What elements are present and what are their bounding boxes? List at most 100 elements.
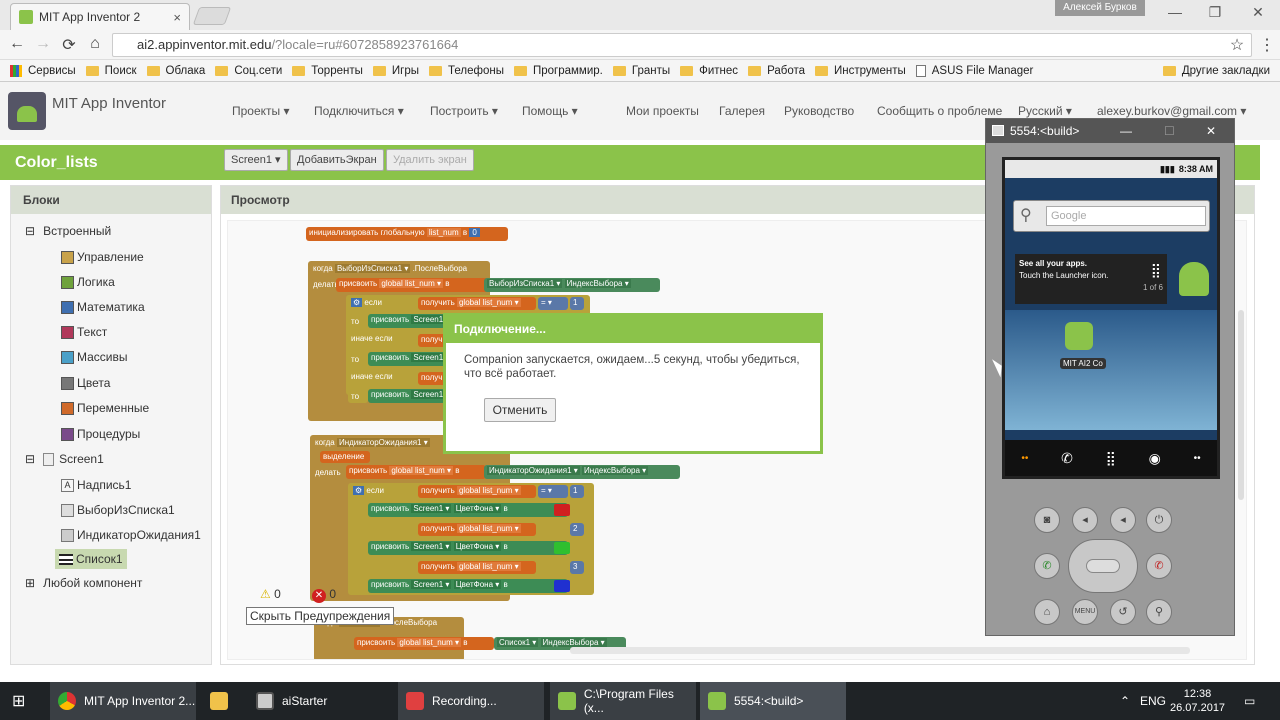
blue-color-block[interactable]	[554, 580, 570, 592]
profile-badge[interactable]: Алексей Бурков	[1055, 0, 1145, 16]
set-screen-bg-block[interactable]: присвоить Screen1 ▾	[368, 314, 448, 328]
emulator-minimize-button[interactable]: —	[1120, 119, 1132, 143]
launcher-icon[interactable]: ⣿	[1106, 450, 1116, 467]
category-text[interactable]: Текст	[61, 325, 107, 339]
emulator-maximize-button[interactable]: ☐	[1164, 119, 1175, 143]
gear-icon[interactable]: ⚙	[351, 298, 363, 307]
browser-tab[interactable]: MIT App Inventor 2 ×	[10, 3, 190, 30]
camera-button[interactable]: ◙	[1034, 507, 1060, 533]
volume-down-button[interactable]: ◂	[1072, 507, 1098, 533]
selection-param[interactable]: выделение	[320, 451, 370, 463]
phone-screen[interactable]: ▮▮▮ 8:38 AM ⚲ Google See all your apps. T…	[1002, 157, 1220, 479]
menu-projects[interactable]: Проекты ▾	[232, 104, 290, 118]
bookmark-folder[interactable]: Работа	[748, 65, 805, 77]
bookmark-folder[interactable]: Фитнес	[680, 65, 738, 77]
init-global-block[interactable]: инициализировать глобальную list_num в 0	[306, 227, 508, 241]
category-math[interactable]: Математика	[61, 300, 145, 314]
collapse-icon[interactable]: ⊟	[25, 224, 35, 238]
bookmark-item[interactable]: ASUS File Manager	[915, 64, 1033, 77]
bookmark-folder[interactable]: Телефоны	[429, 65, 504, 77]
listpicker-selectionindex-getter[interactable]: ВыборИзСписка1 ▾ ИндексВыбора ▾	[484, 278, 660, 292]
category-lists[interactable]: Массивы	[61, 350, 128, 364]
system-clock[interactable]: 12:38 26.07.2017	[1170, 687, 1225, 715]
expand-icon[interactable]: ⊞	[25, 576, 35, 590]
category-logic[interactable]: Логика	[61, 275, 115, 289]
google-search-widget[interactable]: ⚲ Google	[1013, 200, 1210, 232]
url-field[interactable]: ai2.appinventor.mit.edu/?locale=ru#60728…	[112, 33, 1252, 57]
new-tab-button[interactable]	[192, 7, 232, 25]
menu-help[interactable]: Помощь ▾	[522, 104, 578, 118]
menu-guide[interactable]: Руководство	[784, 104, 854, 118]
menu-my-projects[interactable]: Мои проекты	[626, 104, 699, 118]
start-button[interactable]: ⊞	[4, 682, 44, 720]
get-global-block[interactable]: получить global list_num ▾	[418, 561, 536, 574]
hide-warnings-button[interactable]: Скрыть Предупреждения	[246, 607, 395, 625]
set-global-block[interactable]: присвоить global list_num ▾ в	[346, 465, 486, 479]
app-inventor-logo-icon[interactable]	[8, 92, 46, 130]
number-block[interactable]: 1	[570, 297, 584, 310]
number-block[interactable]: 3	[570, 561, 584, 574]
maximize-button[interactable]: ❐	[1200, 4, 1230, 21]
category-variables[interactable]: Переменные	[61, 401, 149, 415]
back-icon[interactable]: ←	[6, 35, 28, 53]
taskbar-item-chrome[interactable]: MIT App Inventor 2...	[50, 682, 196, 720]
component-listpicker1[interactable]: ВыборИзСписка1	[61, 503, 175, 517]
spinner-selectionindex-getter[interactable]: ИндикаторОжидания1 ▾ ИндексВыбора ▾	[484, 465, 680, 479]
back-button[interactable]: ↺	[1110, 599, 1136, 625]
get-global-block[interactable]: получить global list_num ▾	[418, 523, 536, 536]
bookmark-folder[interactable]: Игры	[372, 65, 419, 77]
tree-builtin[interactable]: ⊟ Встроенный	[25, 224, 111, 238]
set-screen-bg-block[interactable]: присвоить Screen1 ▾ ЦветФона ▾ в	[368, 503, 568, 517]
bookmark-star-icon[interactable]: ☆	[1226, 35, 1248, 55]
home-icon[interactable]: ⌂	[84, 35, 106, 53]
bookmark-folder[interactable]: Торренты	[292, 65, 363, 77]
set-global-block[interactable]: присвоить global list_num ▾ в	[336, 278, 488, 292]
workspace-vertical-scrollbar[interactable]	[1238, 310, 1244, 500]
number-block[interactable]: 1	[570, 485, 584, 498]
taskbar-item-emulator[interactable]: 5554:<build>	[700, 682, 846, 720]
component-label1[interactable]: A Надпись1	[61, 478, 131, 492]
set-screen-bg-block[interactable]: присвоить Screen1 ▾ ЦветФона ▾ в	[368, 579, 568, 593]
add-screen-button[interactable]: ДобавитьЭкран	[290, 149, 384, 171]
number-block[interactable]: 2	[570, 523, 584, 536]
green-color-block[interactable]	[554, 542, 570, 554]
menu-account[interactable]: alexey.burkov@gmail.com ▾	[1097, 104, 1246, 118]
workspace-horizontal-scrollbar[interactable]	[570, 647, 1190, 654]
other-bookmarks[interactable]: Другие закладки	[1162, 65, 1270, 77]
screen-select[interactable]: Screen1 ▾	[224, 149, 288, 171]
phone-icon[interactable]: ✆	[1061, 450, 1073, 467]
category-control[interactable]: Управление	[61, 250, 144, 264]
browser-globe-icon[interactable]: ◉	[1149, 450, 1161, 467]
forward-icon[interactable]: →	[32, 35, 54, 53]
call-button[interactable]: ✆	[1034, 553, 1060, 579]
compare-block[interactable]: = ▾	[538, 297, 568, 310]
notifications-icon[interactable]: ▭	[1236, 682, 1272, 720]
google-search-input[interactable]: Google	[1046, 206, 1206, 226]
remove-screen-button[interactable]: Удалить экран	[386, 149, 474, 171]
get-global-block[interactable]: получить global list_num ▾	[418, 297, 536, 310]
menu-language[interactable]: Русский ▾	[1018, 104, 1072, 118]
category-procedures[interactable]: Процедуры	[61, 427, 140, 441]
menu-gallery[interactable]: Галерея	[719, 104, 765, 118]
tree-screen1[interactable]: ⊟ Screen1	[25, 452, 104, 466]
home-button[interactable]: ⌂	[1034, 599, 1060, 625]
reload-icon[interactable]: ⟳	[58, 35, 80, 55]
minimize-button[interactable]: —	[1160, 4, 1190, 20]
compare-block[interactable]: = ▾	[538, 485, 568, 498]
bookmark-folder[interactable]: Облака	[146, 65, 205, 77]
bookmark-item[interactable]: Сервисы	[10, 64, 76, 77]
bookmark-folder[interactable]: Инструменты	[815, 65, 906, 77]
bookmark-folder[interactable]: Соц.сети	[215, 65, 282, 77]
bookmark-folder[interactable]: Программир.	[513, 65, 603, 77]
gear-icon[interactable]: ⚙	[353, 486, 365, 495]
browser-menu-icon[interactable]: ⋮	[1256, 35, 1278, 55]
taskbar-item-aistarter[interactable]: aiStarter	[248, 682, 394, 720]
set-screen-bg-block[interactable]: присвоить Screen1 ▾ ЦветФона ▾ в	[368, 541, 568, 555]
language-indicator[interactable]: ENG	[1132, 682, 1172, 720]
category-colors[interactable]: Цвета	[61, 376, 110, 390]
search-button[interactable]: ⚲	[1146, 599, 1172, 625]
taskbar-item-explorer[interactable]	[202, 682, 246, 720]
set-screen-bg-block[interactable]: присвоить Screen1 ▾	[368, 389, 448, 403]
menu-build[interactable]: Построить ▾	[430, 104, 498, 118]
close-window-button[interactable]: ✕	[1243, 4, 1273, 21]
